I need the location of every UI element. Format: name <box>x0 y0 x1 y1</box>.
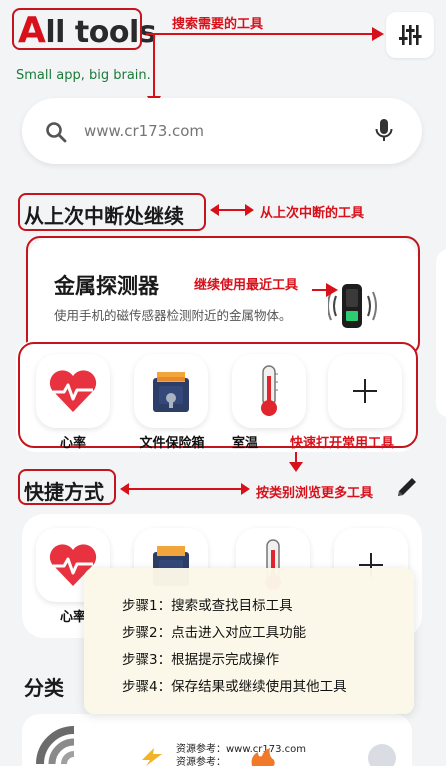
app-subtitle: Small app, big brain. <box>16 68 151 83</box>
file-vault-icon <box>153 372 189 412</box>
annotation-browse-category: 按类别浏览更多工具 <box>256 486 374 501</box>
sliders-icon <box>399 25 422 45</box>
double-arrow-icon <box>120 483 250 495</box>
steps-tooltip: 步骤1：搜索或查找目标工具 步骤2：点击进入对应工具功能 步骤3：根据提示完成操… <box>84 568 414 714</box>
arrow-head-icon <box>372 27 384 41</box>
favorite-heart-rate[interactable] <box>36 354 110 428</box>
step-item: 步骤2：点击进入对应工具功能 <box>122 625 307 641</box>
signal-waves-icon <box>36 726 75 765</box>
annotation-arrow-line-vertical <box>153 34 155 100</box>
annotation-continue-tools: 从上次中断的工具 <box>260 206 365 221</box>
step-item: 步骤4：保存结果或继续使用其他工具 <box>122 679 347 695</box>
search-bar[interactable] <box>22 98 422 164</box>
categories-section-title: 分类 <box>24 676 64 700</box>
favorite-file-vault[interactable] <box>134 354 208 428</box>
continue-section-title: 从上次中断处继续 <box>24 204 184 228</box>
favorite-room-temperature[interactable] <box>232 354 306 428</box>
metal-detector-title: 金属探测器 <box>54 274 159 298</box>
metal-detector-description: 使用手机的磁传感器检测附近的金属物体。 <box>54 308 292 323</box>
annotation-arrow-line <box>146 33 378 35</box>
favorite-label: 室温 <box>232 436 259 451</box>
arrow-head-icon <box>326 283 338 297</box>
annotation-recent-tools: 继续使用最近工具 <box>194 278 299 293</box>
double-arrow-icon <box>210 204 254 216</box>
app-title-first-letter: A <box>18 10 46 51</box>
search-icon <box>46 122 67 143</box>
plus-icon <box>353 379 377 403</box>
add-favorite-button[interactable] <box>328 354 402 428</box>
sphere-icon <box>368 744 396 766</box>
annotation-search-tools: 搜索需要的工具 <box>172 17 264 32</box>
favorite-label: 文件保险箱 <box>139 436 205 451</box>
step-item: 步骤1：搜索或查找目标工具 <box>122 598 293 614</box>
watermark-line2: 资源参考： <box>176 757 226 766</box>
next-card-peek <box>436 248 446 418</box>
search-input[interactable] <box>84 118 364 144</box>
lightning-icon <box>142 748 162 766</box>
flame-icon <box>251 748 275 766</box>
app-title: All tools <box>18 10 157 51</box>
heart-pulse-icon <box>49 370 97 412</box>
app-title-rest: ll tools <box>45 15 157 50</box>
annotation-quick-open: 快速打开常用工具 <box>290 436 395 451</box>
edit-pencil-icon[interactable] <box>394 474 420 500</box>
microphone-icon[interactable] <box>374 118 394 144</box>
thermometer-icon <box>261 365 278 416</box>
shortcuts-section-title: 快捷方式 <box>24 480 104 504</box>
step-item: 步骤3：根据提示完成操作 <box>122 652 280 668</box>
favorite-label: 心率 <box>59 436 86 451</box>
tune-settings-button[interactable] <box>386 12 434 58</box>
arrow-head-down-icon <box>289 462 303 472</box>
